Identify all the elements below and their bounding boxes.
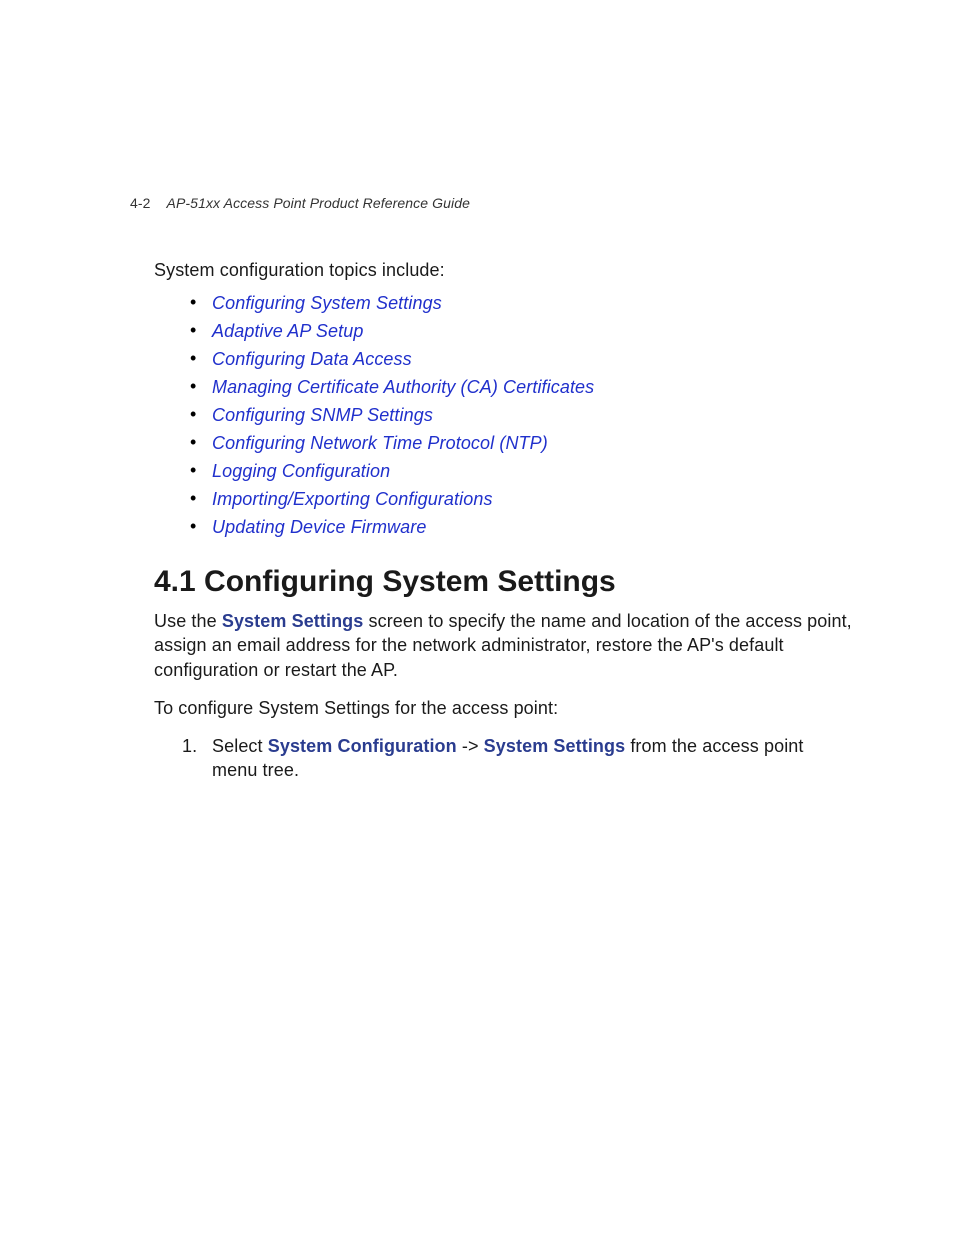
xref-link[interactable]: Configuring Data Access <box>212 349 412 369</box>
content-block: System configuration topics include: Con… <box>154 260 854 783</box>
ui-term: System Settings <box>484 736 626 756</box>
xref-link[interactable]: Configuring SNMP Settings <box>212 405 433 425</box>
list-item: Managing Certificate Authority (CA) Cert… <box>212 373 854 401</box>
xref-link[interactable]: Configuring Network Time Protocol (NTP) <box>212 433 548 453</box>
body-paragraph: Use the System Settings screen to specif… <box>154 609 854 682</box>
xref-link[interactable]: Importing/Exporting Configurations <box>212 489 493 509</box>
doc-title: AP-51xx Access Point Product Reference G… <box>167 195 470 211</box>
xref-link[interactable]: Managing Certificate Authority (CA) Cert… <box>212 377 594 397</box>
text: Use the <box>154 611 222 631</box>
page: 4-2 AP-51xx Access Point Product Referen… <box>0 0 954 1235</box>
list-item: Configuring Network Time Protocol (NTP) <box>212 429 854 457</box>
step-list: Select System Configuration -> System Se… <box>154 734 854 783</box>
page-number: 4-2 <box>130 195 151 211</box>
step-item: Select System Configuration -> System Se… <box>212 734 854 783</box>
text: Select <box>212 736 268 756</box>
xref-link[interactable]: Adaptive AP Setup <box>212 321 363 341</box>
list-item: Updating Device Firmware <box>212 513 854 541</box>
list-item: Adaptive AP Setup <box>212 317 854 345</box>
ui-term: System Settings <box>222 611 364 631</box>
xref-link[interactable]: Updating Device Firmware <box>212 517 426 537</box>
topic-list: Configuring System Settings Adaptive AP … <box>154 289 854 541</box>
list-item: Importing/Exporting Configurations <box>212 485 854 513</box>
list-item: Logging Configuration <box>212 457 854 485</box>
body-paragraph: To configure System Settings for the acc… <box>154 696 854 720</box>
section-heading: 4.1 Configuring System Settings <box>154 565 854 599</box>
xref-link[interactable]: Configuring System Settings <box>212 293 442 313</box>
running-header: 4-2 AP-51xx Access Point Product Referen… <box>130 195 470 211</box>
ui-term: System Configuration <box>268 736 457 756</box>
list-item: Configuring SNMP Settings <box>212 401 854 429</box>
intro-text: System configuration topics include: <box>154 260 854 281</box>
xref-link[interactable]: Logging Configuration <box>212 461 390 481</box>
list-item: Configuring System Settings <box>212 289 854 317</box>
text: -> <box>457 736 484 756</box>
list-item: Configuring Data Access <box>212 345 854 373</box>
